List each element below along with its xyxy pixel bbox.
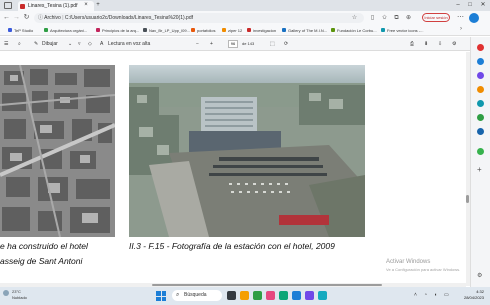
search-glass-icon: ⌕: [176, 292, 180, 298]
tray-chevron-icon[interactable]: ˄: [414, 292, 417, 298]
sidebar-app-icon[interactable]: [477, 128, 484, 135]
bookmark-item[interactable]: TeP Studio: [8, 26, 33, 35]
pdf-settings-icon[interactable]: ⚙: [452, 40, 456, 48]
file-explorer-icon[interactable]: [240, 291, 249, 300]
tab-title: Linares_Tesina (1).pdf: [28, 3, 78, 9]
sidebar-app-icon[interactable]: [477, 148, 484, 155]
split-screen-icon[interactable]: ▯: [368, 13, 377, 23]
highlight-icon[interactable]: ▿: [78, 40, 81, 48]
minimize-icon[interactable]: –: [452, 0, 464, 11]
pdf-file-icon: [20, 4, 25, 9]
bookmark-item[interactable]: Nav_Br_LP_Upp_l09...: [143, 26, 190, 35]
zoom-out-button[interactable]: −: [196, 40, 199, 48]
aerial-photo-city: [0, 65, 115, 237]
fit-page-icon[interactable]: ⬚: [270, 40, 275, 48]
search-icon[interactable]: ⌕: [18, 40, 21, 48]
extensions-icon[interactable]: ⊕: [404, 13, 413, 23]
sidebar-app-icon[interactable]: [477, 100, 484, 107]
bookmark-item[interactable]: Free vector icons -...: [381, 26, 423, 35]
save-icon[interactable]: ⬇: [424, 40, 428, 48]
screen: Linares_Tesina (1).pdf × + – □ ✕ ← → ↻ ⓘ…: [0, 0, 490, 305]
bookmark-item[interactable]: ziper 12: [222, 26, 242, 35]
bookmarks-overflow-icon[interactable]: ›: [460, 26, 462, 32]
sidebar-app-icon[interactable]: [477, 58, 484, 65]
bookmark-item[interactable]: investigacion: [247, 26, 276, 35]
signin-button[interactable]: Iniciar sesión: [422, 13, 450, 22]
page-total: de 143: [242, 41, 255, 46]
taskbar-search[interactable]: ⌕ Búsqueda: [172, 290, 222, 301]
tab-actions-icon[interactable]: [4, 2, 12, 9]
draw-icon[interactable]: ✎: [34, 40, 38, 48]
url-prefix: Archivo: [44, 15, 61, 21]
edge-icon[interactable]: [318, 291, 327, 300]
horizontal-scroll-thumb[interactable]: [152, 284, 382, 286]
battery-icon[interactable]: ▭: [444, 292, 449, 298]
task-view-icon[interactable]: [227, 291, 236, 300]
collections-icon[interactable]: ⧉: [392, 13, 401, 23]
address-input[interactable]: ⓘ Archivo | C:/Users/usuario2c/Downloads…: [34, 13, 364, 23]
read-aloud-icon[interactable]: A: [100, 40, 103, 48]
activation-watermark-title: Activar Windows: [386, 259, 431, 265]
chrome-icon[interactable]: [253, 291, 262, 300]
contents-icon[interactable]: ☰: [4, 40, 8, 48]
url-text: C:/Users/usuario2c/Downloads/Linares_Tes…: [64, 15, 194, 21]
close-window-icon[interactable]: ✕: [477, 0, 489, 11]
sidebar-app-icon[interactable]: [477, 44, 484, 51]
volume-icon[interactable]: ◖: [434, 292, 437, 298]
app-icon[interactable]: [305, 291, 314, 300]
new-tab-button[interactable]: +: [92, 0, 104, 11]
erase-icon[interactable]: ◇: [88, 40, 92, 48]
bookmark-item[interactable]: Fundación Le Corbu...: [331, 26, 377, 35]
zoom-in-button[interactable]: +: [210, 40, 213, 48]
activation-watermark-subtitle: Ve a Configuración para activar Windows.: [386, 267, 461, 272]
bookmark-item[interactable]: Arquitectura orgáni...: [44, 26, 87, 35]
caption-left-line2: asseig de Sant Antoni: [0, 256, 83, 266]
read-aloud-button[interactable]: Lectura en voz alta: [108, 40, 150, 48]
sidebar-settings-icon[interactable]: ⚙: [477, 272, 482, 280]
network-icon[interactable]: ◔: [424, 292, 427, 298]
favorite-star-icon[interactable]: ☆: [350, 13, 359, 23]
weather-temp[interactable]: 23°C: [12, 289, 21, 294]
bookmark-item[interactable]: portafolios: [191, 26, 215, 35]
app-icon[interactable]: [279, 291, 288, 300]
save-as-icon[interactable]: ⇩: [438, 40, 442, 48]
bookmark-item[interactable]: Gallery of The M.I.N...: [282, 26, 327, 35]
close-tab-icon[interactable]: ×: [80, 0, 92, 11]
search-label: Búsqueda: [184, 292, 207, 298]
photo-station-hotel: [129, 65, 365, 237]
back-icon[interactable]: ←: [2, 13, 11, 23]
rotate-icon[interactable]: ⟳: [284, 40, 288, 48]
figure-caption: II.3 - F.15 - Fotografía de la estación …: [129, 241, 335, 251]
vertical-scroll-thumb[interactable]: [466, 195, 469, 203]
add-sidebar-app-icon[interactable]: +: [477, 166, 482, 174]
app-icon[interactable]: [266, 291, 275, 300]
draw-dropdown-icon[interactable]: ⌄: [68, 40, 72, 48]
copilot-icon[interactable]: [469, 13, 479, 23]
bookmark-item[interactable]: Principios de la arq...: [96, 26, 139, 35]
sidebar-app-icon[interactable]: [477, 114, 484, 121]
refresh-icon[interactable]: ↻: [22, 13, 31, 23]
draw-button[interactable]: Dibujar: [42, 40, 58, 48]
favorites-icon[interactable]: ✩: [380, 13, 389, 23]
maximize-icon[interactable]: □: [464, 0, 476, 11]
forward-icon[interactable]: →: [12, 13, 21, 23]
print-icon[interactable]: ⎙: [410, 40, 414, 48]
caption-left-line1: e ha construido el hotel: [0, 241, 88, 251]
app-icon[interactable]: [292, 291, 301, 300]
start-icon[interactable]: [156, 291, 166, 301]
weather-icon: [3, 290, 9, 296]
sidebar-app-icon[interactable]: [477, 72, 484, 79]
more-menu-icon[interactable]: ⋯: [456, 13, 465, 23]
sidebar-app-icon[interactable]: [477, 86, 484, 93]
clock-date[interactable]: 28/04/2023: [454, 295, 484, 301]
page-number-input[interactable]: 96: [228, 40, 238, 48]
weather-desc[interactable]: Nublado: [12, 295, 27, 300]
